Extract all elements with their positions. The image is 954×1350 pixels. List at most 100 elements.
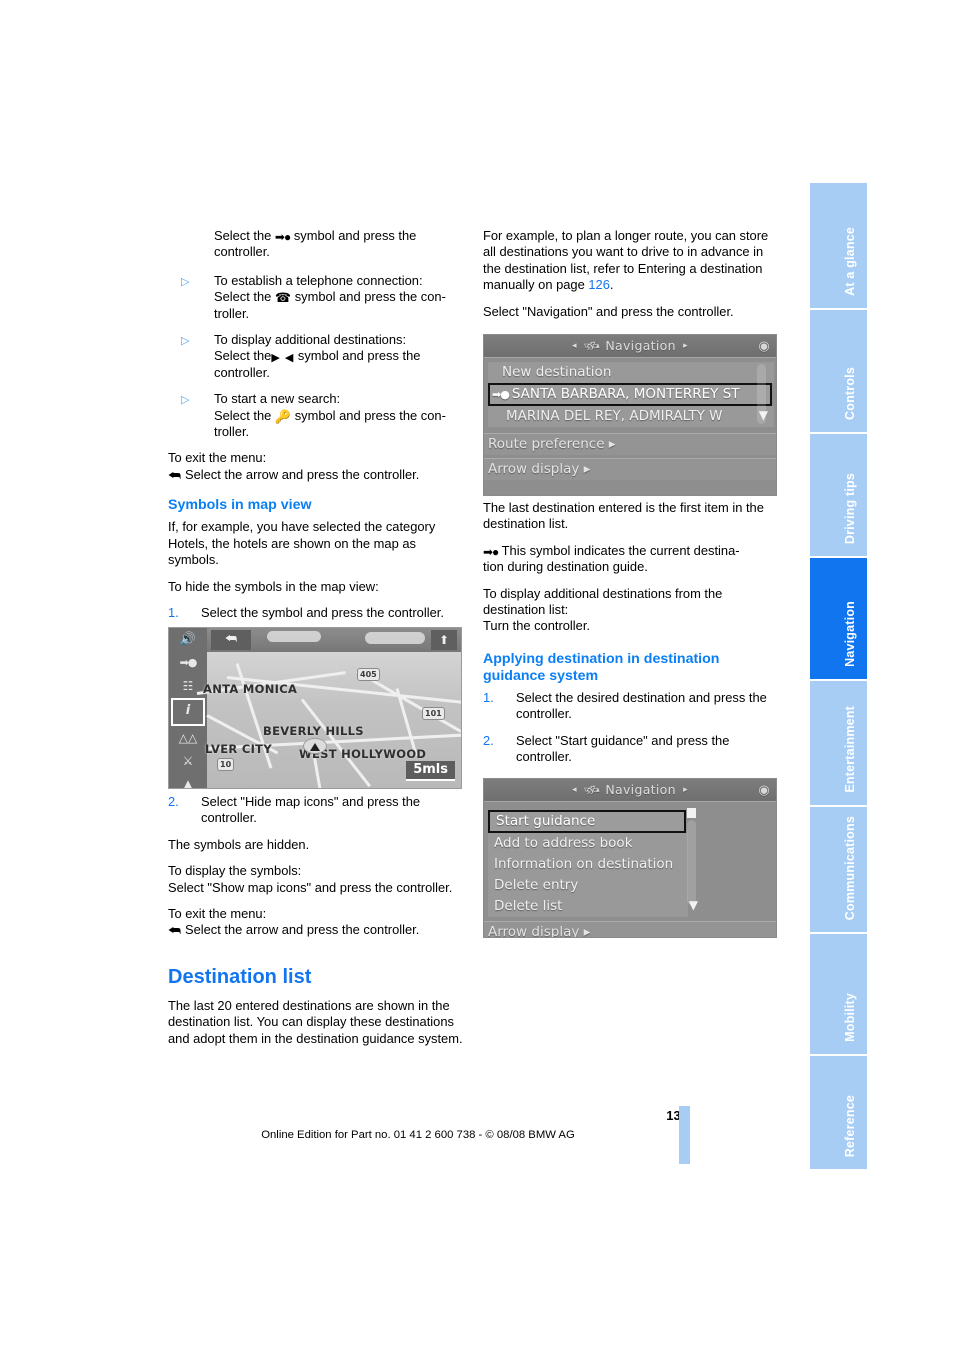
cloud-decoration	[267, 631, 321, 642]
menu-item-delete-entry[interactable]: Delete entry	[488, 875, 688, 896]
highway-shield: 405	[357, 668, 380, 681]
step-number: 1.	[168, 604, 179, 620]
symbol-note: ➡● This symbol indicates the current des…	[483, 543, 783, 576]
chevron-down-icon[interactable]: ▼	[759, 408, 768, 422]
destination-arrow-dot-icon: ➡●	[274, 230, 291, 244]
back-arrow-icon[interactable]: ⮪	[211, 630, 251, 650]
menu-item-label: Start guidance	[496, 813, 596, 829]
destination-list-body: The last 20 entered destinations are sho…	[168, 997, 463, 1046]
display-symbols-label: To display the symbols:	[168, 863, 302, 879]
north-arrow-icon[interactable]: ⬆	[431, 630, 457, 650]
applying-step-1: 1. Select the desired destination and pr…	[483, 690, 783, 723]
exit-menu-action: Select the arrow and press the controlle…	[185, 466, 420, 482]
exit-menu-label: To exit the menu:	[168, 450, 267, 466]
screen-title-bar: ◂ 🛰 Navigation ▸ ◉	[484, 779, 776, 802]
left-text-column: Select the ➡● symbol and press the contr…	[168, 228, 468, 631]
figure-navigation-destination-menu[interactable]: ◂ 🛰 Navigation ▸ ◉ Start guidance Add to …	[483, 778, 777, 938]
chevron-right-icon[interactable]: ▸	[683, 779, 688, 801]
tab-controls[interactable]: Controls	[810, 310, 867, 432]
map-city-label: BEVERLY HILLS	[263, 724, 364, 738]
map-city-label: LVER CITY	[205, 742, 272, 756]
tab-entertainment[interactable]: Entertainment	[810, 681, 867, 805]
menu-item-information-on-destination[interactable]: Information on destination	[488, 854, 688, 875]
screen-title: Navigation	[605, 782, 676, 797]
screen-title: Navigation	[605, 338, 676, 353]
menu-item-arrow-display[interactable]: Arrow display ▸	[484, 458, 776, 480]
tab-mobility[interactable]: Mobility	[810, 934, 867, 1054]
triangle-bullet-icon: ▷	[181, 394, 190, 407]
back-arrow-icon: ⮪	[168, 922, 182, 939]
highway-shield: 101	[422, 707, 445, 720]
scrollbar-thumb[interactable]	[687, 808, 696, 818]
bullet-pre: Select the	[214, 348, 272, 364]
tab-label: Reference	[842, 1094, 857, 1157]
last-destination-note: The last destination entered is the firs…	[483, 500, 764, 532]
list-item-label: SANTA BARBARA, MONTERREY ST	[511, 386, 740, 402]
back-arrow-icon: ⮪	[168, 466, 182, 483]
tab-at-a-glance[interactable]: At a glance	[810, 183, 867, 308]
menu-item-label: Add to address book	[494, 835, 633, 851]
page-reference-link[interactable]: 126	[588, 277, 610, 292]
chevron-right-icon[interactable]: ▸	[683, 335, 688, 357]
tab-driving-tips[interactable]: Driving tips	[810, 434, 867, 556]
bullet-additional-destinations: ▷ To display additional destinations: Se…	[168, 332, 468, 381]
step-text: Select the desired destination and press…	[516, 689, 767, 722]
menu-item-arrow-display[interactable]: Arrow display ▸	[484, 921, 776, 937]
speaker-icon[interactable]: 🔊	[169, 629, 207, 651]
step-number: 1.	[483, 689, 494, 705]
menu-item-delete-list[interactable]: Delete list	[488, 896, 688, 917]
bullet-post: symbol and press the con-	[291, 407, 446, 423]
footer-copyright: Online Edition for Part no. 01 41 2 600 …	[261, 1129, 575, 1141]
heading-applying-destination: Applying destination in destination guid…	[483, 650, 720, 684]
chevron-left-icon[interactable]: ◂	[572, 335, 577, 357]
right-text-column: For example, to plan a longer route, you…	[483, 228, 783, 330]
intro-line-1-pre: Select the	[214, 228, 275, 243]
list-item[interactable]: New destination	[488, 362, 774, 383]
display-more-action: Turn the controller.	[483, 618, 590, 634]
bullet-new-search: ▷ To start a new search: Select the 🔑 sy…	[168, 391, 468, 440]
menu-item-route-preference[interactable]: Route preference ▸	[484, 433, 776, 455]
bullet-tail: troller.	[214, 424, 250, 440]
symbols-body: If, for example, you have selected the c…	[168, 519, 436, 568]
warning-icon[interactable]: ▲	[169, 773, 207, 788]
bullet-post: symbol and press the	[294, 348, 421, 364]
destination-arrow-icon[interactable]: ➡●	[169, 652, 207, 674]
screen-list: New destination ➡● SANTA BARBARA, MONTERR…	[488, 362, 774, 427]
symbol-note-text: This symbol indicates the current destin…	[498, 542, 740, 558]
destination-arrow-dot-icon: ➡●	[492, 388, 510, 401]
screen-list: Start guidance Add to address book Infor…	[488, 808, 698, 917]
triangle-bullet-icon: ▷	[181, 275, 190, 288]
tab-reference[interactable]: Reference	[810, 1056, 867, 1169]
step-number: 2.	[483, 732, 494, 748]
figure-navigation-destination-list[interactable]: ◂ 🛰 Navigation ▸ ◉ New destination ➡● SANT…	[483, 334, 777, 496]
poi-icon[interactable]: ⚔	[169, 750, 207, 772]
map-canvas[interactable]: ANTA MONICA BEVERLY HILLS LVER CITY WEST…	[196, 652, 461, 788]
bullet-pre: Select the	[214, 289, 275, 305]
triangle-bullet-icon: ▷	[181, 335, 190, 348]
chevron-left-icon[interactable]: ◂	[572, 779, 577, 801]
menu-item-add-to-address-book[interactable]: Add to address book	[488, 833, 688, 854]
map-scale-indicator: 5mls	[406, 761, 455, 781]
list-item[interactable]: MARINA DEL REY, ADMIRALTY W	[488, 406, 774, 427]
bullet-title: To display additional destinations:	[214, 332, 407, 348]
scrollbar-track[interactable]	[687, 820, 696, 905]
symbol-note-text-2: tion during destination guide.	[483, 559, 648, 575]
section-tab-rail: At a glance Controls Driving tips Naviga…	[810, 183, 867, 1169]
info-icon[interactable]: i	[171, 698, 205, 726]
figure-map-view: 🔊 ➡● ☷ i △△ ⚔ ▲ ⮪ ⬆ ANTA MONICA BEVERLY …	[168, 627, 462, 789]
joystick-icon: ◉	[758, 783, 770, 798]
left-right-arrows-icon: ▶ ◀	[271, 352, 295, 365]
symbols-hidden-text: The symbols are hidden.	[168, 836, 310, 852]
tab-navigation[interactable]: Navigation	[810, 558, 867, 679]
display-more-label: To display additional destinations from …	[483, 585, 723, 618]
applying-step-2: 2. Select "Start guidance" and press the…	[483, 733, 783, 766]
list-item-selected[interactable]: ➡● SANTA BARBARA, MONTERREY ST	[488, 383, 772, 406]
road-icon[interactable]: △△	[169, 727, 207, 749]
chevron-down-icon[interactable]: ▼	[689, 898, 698, 912]
right-text-column-continued: The last destination entered is the firs…	[483, 500, 783, 775]
menu-item-start-guidance[interactable]: Start guidance	[488, 810, 686, 833]
magnifier-key-icon: 🔑	[274, 408, 292, 424]
phone-icon: ☎	[274, 290, 292, 306]
bullet-pre: Select the	[214, 407, 275, 423]
tab-communications[interactable]: Communications	[810, 807, 867, 932]
